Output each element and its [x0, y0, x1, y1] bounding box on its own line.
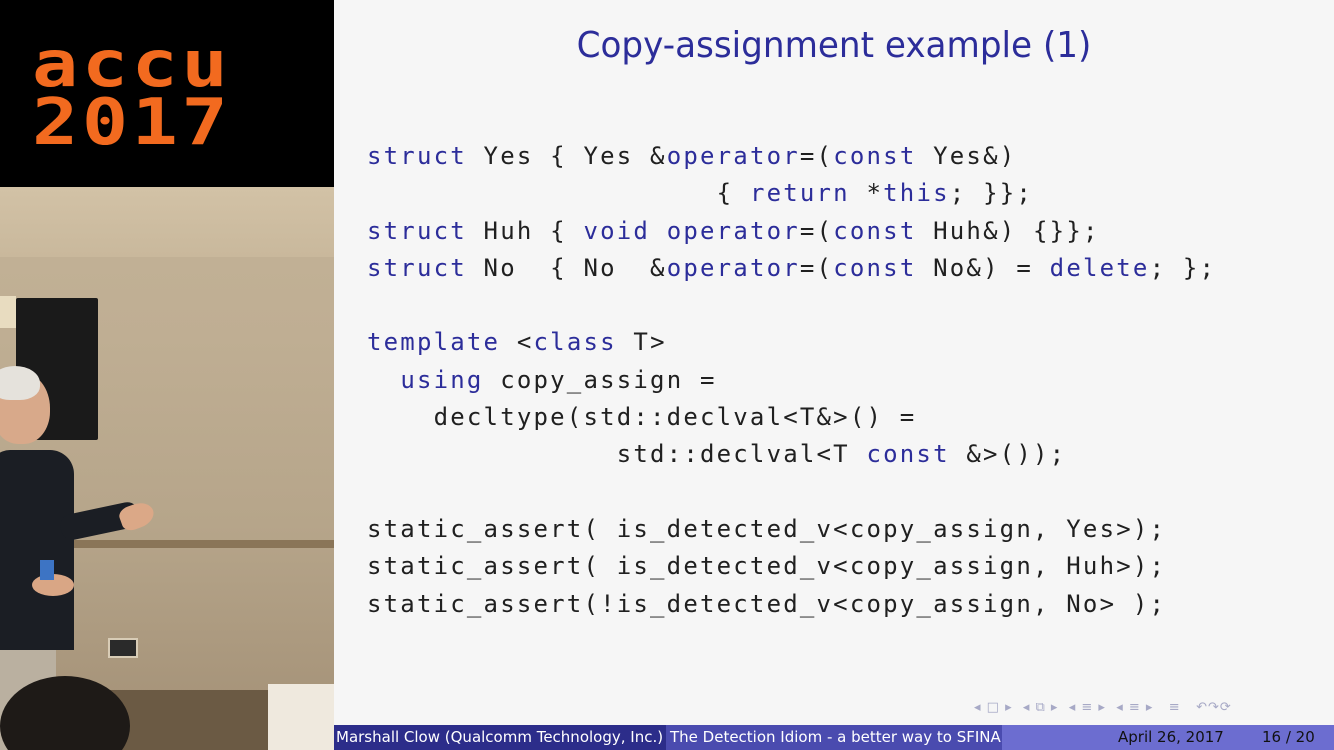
code-line: static_assert( is_detected_v<copy_assign…: [367, 552, 1166, 580]
code-text: =(: [799, 216, 834, 245]
page-number: 16 / 20: [1262, 728, 1315, 746]
code-keyword: const: [833, 142, 917, 170]
code-text: *: [849, 179, 884, 208]
code-text: <: [500, 328, 534, 357]
code-text: &>());: [949, 440, 1067, 469]
code-keyword: struct: [367, 216, 467, 245]
code-text: No { No &: [466, 253, 667, 282]
code-keyword: struct: [367, 253, 467, 282]
code-text: =(: [799, 142, 834, 170]
code-keyword: const: [833, 216, 917, 245]
footer-talk-title: The Detection Idiom - a better way to SF…: [666, 725, 1002, 750]
badge-lanyard: [40, 560, 54, 580]
code-keyword: const: [866, 440, 950, 469]
code-keyword: operator: [666, 142, 800, 170]
code-text: ; };: [1149, 253, 1217, 282]
code-text: T>: [616, 328, 667, 357]
code-line: template <class T>: [367, 328, 667, 356]
code-text: No&) =: [916, 253, 1050, 282]
logo-line-2: 2017: [32, 86, 232, 160]
slide-title: Copy-assignment example (1): [576, 25, 1092, 66]
speaker-video-panel: accu 2017: [0, 0, 334, 750]
code-keyword: using: [400, 365, 484, 394]
code-text: Huh&) {}};: [916, 216, 1100, 245]
screen: accu 2017 Copy-assignment example (1) st…: [0, 0, 1334, 750]
conference-logo-panel: accu 2017: [0, 0, 334, 187]
wall-rail: [60, 540, 334, 548]
code-text: static_assert( is_detected_v<copy_assign…: [367, 552, 1167, 581]
code-line: struct Yes { Yes &operator=(const Yes&): [367, 142, 1016, 170]
code-keyword: void: [583, 216, 651, 245]
code-keyword: template: [367, 328, 501, 357]
code-text: Huh {: [466, 216, 584, 245]
slide: Copy-assignment example (1) struct Yes {…: [334, 0, 1334, 750]
code-text: decltype(std::declval<T&>() =: [367, 403, 917, 432]
code-text: copy_assign =: [483, 365, 717, 394]
conference-logo: accu 2017: [32, 33, 232, 160]
code-text: static_assert(!is_detected_v<copy_assign…: [367, 589, 1167, 618]
wall: [0, 187, 334, 257]
side-table: [268, 684, 334, 750]
slide-footer: Marshall Clow (Qualcomm Technology, Inc.…: [334, 725, 1334, 750]
code-line: static_assert( is_detected_v<copy_assign…: [367, 515, 1166, 543]
code-line: struct No { No &operator=(const No&) = d…: [367, 254, 1216, 282]
code-keyword: operator: [666, 253, 800, 282]
code-keyword: const: [833, 253, 917, 282]
code-line: std::declval<T const &>());: [367, 440, 1066, 468]
beamer-navigation-icons[interactable]: ◂ □ ▸ ◂ ⧉ ▸ ◂ ≡ ▸ ◂ ≡ ▸ ≡ ↶↷⟳: [974, 700, 1330, 722]
code-text: ; }};: [949, 179, 1034, 208]
power-outlet: [108, 638, 138, 658]
code-block: struct Yes { Yes &operator=(const Yes&) …: [367, 138, 1216, 623]
footer-info: April 26, 2017 16 / 20: [1002, 725, 1334, 750]
presenter-hair: [0, 366, 40, 400]
code-keyword: this: [883, 179, 950, 208]
code-keyword: operator: [666, 216, 800, 245]
code-line: decltype(std::declval<T&>() =: [367, 403, 916, 431]
wall-lamp: [0, 296, 16, 328]
code-text: std::declval<T: [367, 440, 867, 469]
code-text: =(: [799, 253, 834, 282]
presenter-body: [0, 450, 74, 650]
code-text: {: [367, 179, 750, 208]
code-keyword: return: [749, 179, 850, 208]
code-line: { return *this; }};: [367, 179, 1033, 207]
code-line: static_assert(!is_detected_v<copy_assign…: [367, 590, 1166, 618]
code-keyword: delete: [1049, 253, 1150, 282]
code-text: Yes&): [916, 142, 1017, 170]
code-line: struct Huh { void operator=(const Huh&) …: [367, 217, 1100, 245]
code-text: Yes { Yes &: [466, 142, 667, 170]
code-line: using copy_assign =: [367, 366, 717, 394]
footer-author: Marshall Clow (Qualcomm Technology, Inc.…: [334, 725, 666, 750]
code-text: static_assert( is_detected_v<copy_assign…: [367, 514, 1167, 543]
code-keyword: struct: [367, 142, 467, 170]
footer-date: April 26, 2017: [1118, 728, 1224, 746]
code-keyword: class: [533, 328, 617, 357]
